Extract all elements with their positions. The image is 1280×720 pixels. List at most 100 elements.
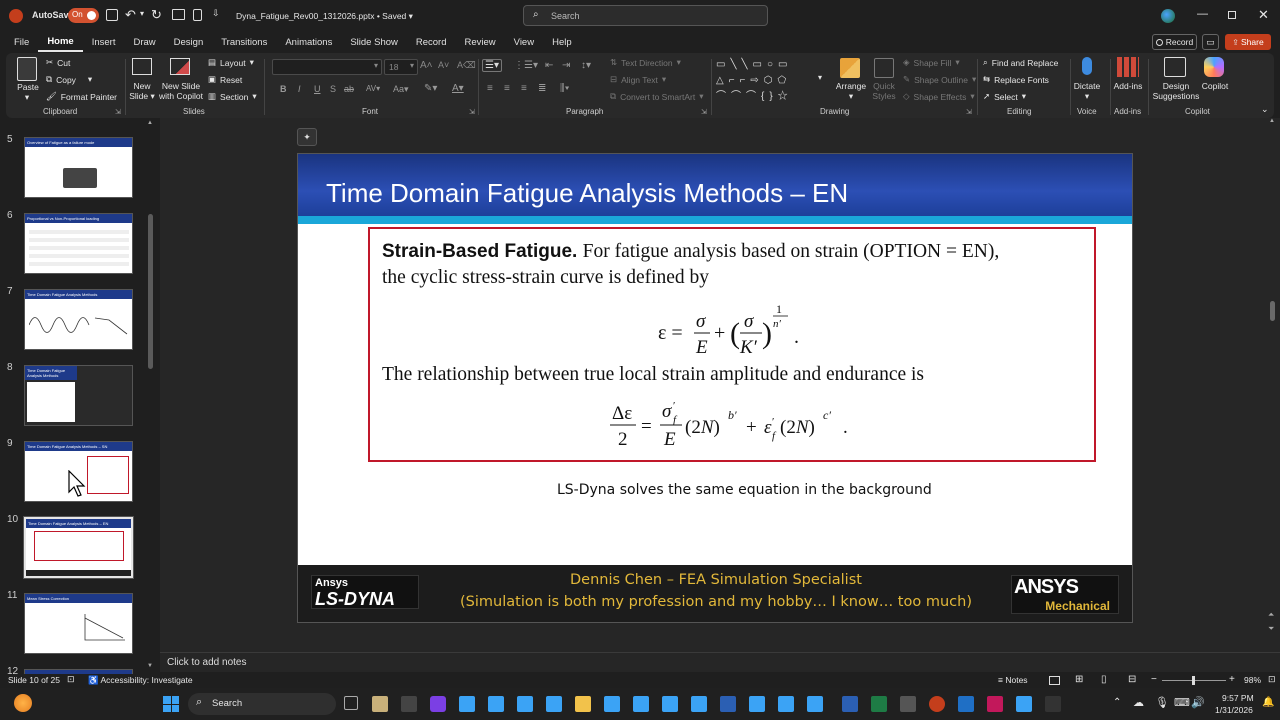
format-painter-button[interactable]: 🖌 Format Painter (46, 91, 117, 102)
app-icon-13[interactable] (749, 696, 765, 712)
slideshow-view-icon[interactable]: ⊟ (1128, 674, 1136, 685)
numbering-icon[interactable]: ⋮☰▾ (514, 60, 538, 71)
justify-icon[interactable]: ≣ (538, 83, 546, 94)
bullets-icon[interactable]: ☰▾ (482, 59, 502, 72)
new-slide-copilot-icon[interactable] (170, 58, 190, 75)
current-slide[interactable]: Time Domain Fatigue Analysis Methods – E… (297, 153, 1133, 623)
accessibility-status[interactable]: ♿ Accessibility: Investigate (88, 675, 193, 686)
tab-slide-show[interactable]: Slide Show (341, 32, 407, 52)
slide-thumbnail-6[interactable]: Proportional vs Non-Proportional loading (24, 213, 133, 274)
layout-button[interactable]: ▤ Layout ▾ (208, 57, 254, 68)
account-avatar-icon[interactable] (1161, 9, 1175, 23)
paste-button[interactable]: Paste (16, 82, 40, 92)
design-suggestions-button[interactable]: Design Suggestions (1151, 81, 1201, 101)
slide-thumbnail-11[interactable]: Mean Stress Correction (24, 593, 133, 654)
new-slide-icon[interactable] (132, 58, 152, 75)
increase-font-icon[interactable]: A˄ (420, 60, 433, 71)
redo-icon[interactable]: ↻ (151, 7, 162, 23)
replace-fonts-button[interactable]: ⇆ Replace Fonts (983, 74, 1049, 85)
section-button[interactable]: ▥ Section ▾ (208, 91, 257, 102)
next-slide-icon[interactable]: ⏷ (1268, 624, 1274, 634)
share-button[interactable]: ⇪ Share (1225, 34, 1271, 50)
slide-sorter-icon[interactable]: ⊞ (1075, 674, 1083, 685)
slide-thumbnail-5[interactable]: Overview of Fatigue as a failure mode (24, 137, 133, 198)
app-icon-12[interactable] (720, 696, 736, 712)
paste-icon[interactable] (17, 57, 37, 81)
app-icon-18[interactable] (1016, 696, 1032, 712)
shapes-more-icon[interactable]: ▾ (818, 73, 822, 82)
slide-thumbnail-7[interactable]: Time Domain Fatigue Analysis Methods (24, 289, 133, 350)
close-icon[interactable]: ✕ (1258, 7, 1269, 23)
bold-icon[interactable]: B (280, 84, 287, 94)
shape-fill-button[interactable]: ◈ Shape Fill ▾ (903, 57, 960, 68)
tab-home[interactable]: Home (38, 32, 83, 52)
excel-icon[interactable] (871, 696, 887, 712)
select-button[interactable]: ➚ Select ▾ (983, 91, 1026, 102)
powerpoint-taskbar-icon[interactable] (929, 696, 945, 712)
ribbon-collapse-icon[interactable]: ⌄ (1261, 104, 1269, 115)
quick-styles-icon[interactable] (874, 58, 894, 78)
strikethrough-icon[interactable]: ab (344, 84, 354, 94)
convert-smartart-button[interactable]: ⧉ Convert to SmartArt ▾ (610, 91, 703, 102)
app-icon-7[interactable] (546, 696, 562, 712)
app-icon-15[interactable] (807, 696, 823, 712)
text-direction-button[interactable]: ⇅ Text Direction ▾ (610, 57, 681, 68)
highlight-icon[interactable]: ✎▾ (424, 83, 437, 94)
align-center-icon[interactable]: ≡ (504, 83, 510, 94)
drawing-launcher-icon[interactable]: ⇲ (966, 108, 972, 116)
vertical-scrollbar[interactable] (1270, 301, 1275, 321)
thumbnail-scroll-down-icon[interactable]: ▼ (147, 663, 153, 669)
app-icon-4[interactable] (459, 696, 475, 712)
align-right-icon[interactable]: ≡ (521, 83, 527, 94)
slide-caption[interactable]: LS-Dyna solves the same equation in the … (557, 482, 932, 498)
thumbnail-scroll-up-icon[interactable]: ▲ (147, 120, 153, 126)
previous-slide-icon[interactable]: ⏶ (1268, 610, 1274, 620)
increase-indent-icon[interactable]: ⇥ (562, 60, 570, 71)
app-icon-1[interactable] (372, 696, 388, 712)
tab-file[interactable]: File (5, 32, 38, 52)
font-color-icon[interactable]: A▾ (452, 83, 464, 94)
decrease-font-icon[interactable]: A˅ (438, 60, 449, 70)
equation-box[interactable]: Strain-Based Fatigue. For fatigue analys… (368, 227, 1096, 462)
comments-icon[interactable]: ▭ (1202, 34, 1219, 50)
app-icon-17[interactable] (987, 696, 1003, 712)
arrange-button[interactable]: Arrange ▾ (832, 81, 870, 101)
line-spacing-icon[interactable]: ↕▾ (581, 60, 591, 71)
shapes-gallery[interactable]: ▭╲╲▭○▭ △⌐⌐⇨⬡⬠ ⌒⌒⌒{}☆ (716, 57, 816, 105)
thumbnail-scrollbar[interactable] (148, 214, 153, 369)
undo-icon[interactable]: ↶ (125, 7, 136, 23)
app-icon-6[interactable] (517, 696, 533, 712)
arrange-icon[interactable] (840, 58, 860, 78)
word-icon[interactable] (842, 696, 858, 712)
scroll-up-icon[interactable]: ▲ (1269, 118, 1275, 124)
shadow-icon[interactable]: S (330, 84, 336, 94)
onedrive-icon[interactable]: ☁ (1133, 696, 1144, 709)
notes-placeholder[interactable]: Click to add notes (167, 657, 247, 668)
save-icon[interactable] (106, 9, 118, 21)
start-button[interactable] (163, 696, 179, 712)
app-icon-19[interactable] (1045, 696, 1061, 712)
app-icon-2[interactable] (401, 696, 417, 712)
clear-formatting-icon[interactable]: A⌫ (457, 60, 476, 71)
copilot-icon[interactable] (1204, 57, 1224, 77)
character-spacing-icon[interactable]: AV▾ (366, 84, 380, 93)
shape-effects-button[interactable]: ◇ Shape Effects ▾ (903, 91, 975, 102)
file-name[interactable]: Dyna_Fatigue_Rev00_1312026.pptx • Saved … (236, 11, 413, 22)
file-explorer-icon[interactable] (575, 696, 591, 712)
find-replace-button[interactable]: ⌕ Find and Replace (983, 57, 1058, 68)
change-case-icon[interactable]: Aa▾ (393, 84, 409, 95)
volume-icon[interactable]: 🔊 (1191, 696, 1205, 709)
app-icon-10[interactable] (662, 696, 678, 712)
reading-view-icon[interactable]: ▯ (1101, 674, 1107, 685)
slide-thumbnail-8[interactable]: Time Domain Fatigue Analysis Methods (24, 365, 133, 426)
slide-thumbnail-10[interactable]: Time Domain Fatigue Analysis Methods – E… (23, 516, 134, 579)
tab-view[interactable]: View (505, 32, 543, 52)
designer-sparkle-icon[interactable]: ✦ (297, 128, 317, 146)
task-view-icon[interactable] (344, 696, 358, 710)
design-suggestions-icon[interactable] (1164, 57, 1186, 77)
fit-slide-icon[interactable]: ⊡ (1268, 674, 1276, 685)
align-left-icon[interactable]: ≡ (487, 83, 493, 94)
present-icon[interactable] (172, 9, 185, 20)
italic-icon[interactable]: I (298, 84, 301, 94)
paste-dropdown-icon[interactable]: ▾ (21, 92, 33, 102)
